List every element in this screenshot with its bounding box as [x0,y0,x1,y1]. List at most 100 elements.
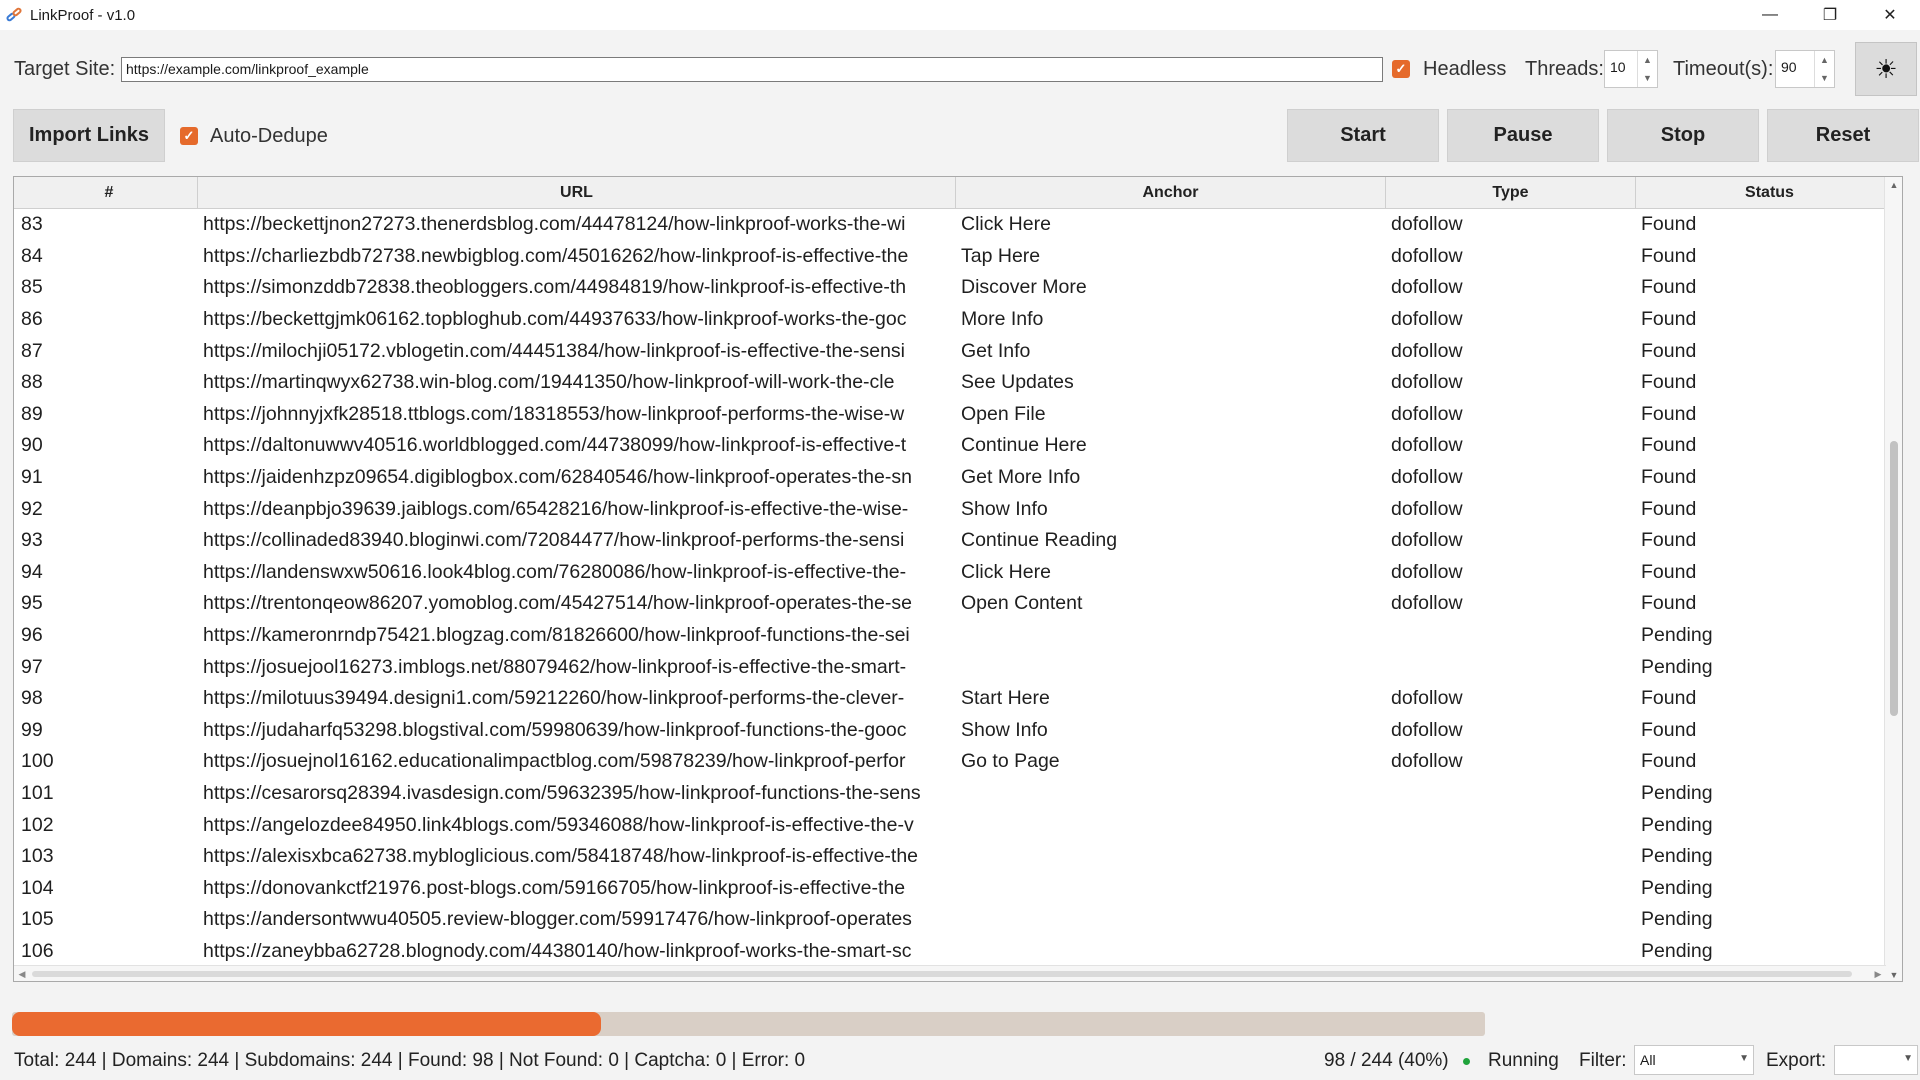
spin-down-icon[interactable]: ▼ [1638,69,1657,87]
stop-button[interactable]: Stop [1607,109,1759,162]
column-header-status[interactable]: Status [1636,177,1902,209]
chevron-down-icon: ▼ [1903,1053,1913,1064]
table-row[interactable]: 99 https://judaharfq53298.blogstival.com/… [14,715,1902,747]
spin-up-icon[interactable]: ▲ [1638,51,1657,69]
row-anchor: Click Here [961,560,1051,583]
table-row[interactable]: 105 https://andersontwwu40505.review-blog… [14,904,1902,936]
table-row[interactable]: 94 https://landenswxw50616.look4blog.com/… [14,557,1902,589]
headless-checkbox[interactable]: ✓ [1392,60,1410,78]
row-status: Pending [1641,845,1713,868]
row-type: dofollow [1391,497,1463,520]
scroll-down-icon[interactable]: ▼ [1885,967,1902,981]
row-number: 95 [21,592,43,615]
column-header-anchor[interactable]: Anchor [956,177,1386,209]
row-anchor: Open File [961,402,1046,425]
table-row[interactable]: 93 https://collinaded83940.bloginwi.com/7… [14,525,1902,557]
running-indicator-icon [1463,1058,1470,1065]
table-row[interactable]: 86 https://beckettgjmk06162.topbloghub.co… [14,304,1902,336]
row-status: Found [1641,434,1697,457]
minimize-button[interactable]: — [1740,0,1800,30]
row-type: dofollow [1391,339,1463,362]
scroll-right-icon[interactable]: ▶ [1870,966,1886,981]
table-row[interactable]: 100 https://josuejnol16162.educationalimp… [14,746,1902,778]
table-row[interactable]: 88 https://martinqwyx62738.win-blog.com/1… [14,367,1902,399]
table-body: 83 https://beckettjnon27273.thenerdsblog.… [14,209,1902,969]
table-row[interactable]: 85 https://simonzddb72838.theobloggers.co… [14,272,1902,304]
table-row[interactable]: 89 https://johnnyjxfk28518.ttblogs.com/18… [14,399,1902,431]
table-row[interactable]: 98 https://milotuus39494.designi1.com/592… [14,683,1902,715]
table-row[interactable]: 97 https://josuejool16273.imblogs.net/880… [14,651,1902,683]
vertical-scroll-thumb[interactable] [1890,441,1898,716]
row-anchor: Get More Info [961,466,1081,489]
row-url: https://andersontwwu40505.review-blogger… [203,908,912,931]
table-row[interactable]: 90 https://daltonuwwv40516.worldblogged.c… [14,430,1902,462]
timeout-spinbox[interactable]: 90 ▲ ▼ [1775,50,1835,88]
row-url: https://milochji05172.vblogetin.com/4445… [203,339,906,362]
row-number: 85 [21,276,43,299]
row-url: https://josuejnol16162.educationalimpact… [203,750,906,773]
progress-fill [12,1012,602,1036]
links-table[interactable]: # URL Anchor Type Status 83 https://becke… [13,176,1903,982]
window-controls: — ❐ ✕ [1740,0,1920,30]
table-row[interactable]: 102 https://angelozdee84950.link4blogs.co… [14,809,1902,841]
row-type: dofollow [1391,371,1463,394]
import-links-button[interactable]: Import Links [13,109,165,162]
reset-button[interactable]: Reset [1767,109,1919,162]
row-url: https://judaharfq53298.blogstival.com/59… [203,718,907,741]
row-url: https://simonzddb72838.theobloggers.com/… [203,276,907,299]
vertical-scrollbar[interactable]: ▲ ▼ [1884,177,1902,981]
threads-spinbox[interactable]: 10 ▲ ▼ [1604,50,1658,88]
table-row[interactable]: 91 https://jaidenhzpz09654.digiblogbox.co… [14,462,1902,494]
theme-toggle-button[interactable]: ☀ [1855,42,1917,96]
table-row[interactable]: 92 https://deanpbjo39639.jaiblogs.com/654… [14,493,1902,525]
table-row[interactable]: 84 https://charliezbdb72738.newbigblog.co… [14,241,1902,273]
row-status: Found [1641,276,1697,299]
table-row[interactable]: 96 https://kameronrndp75421.blogzag.com/8… [14,620,1902,652]
row-status: Pending [1641,876,1713,899]
filter-select[interactable]: All ▼ [1634,1045,1754,1075]
pause-button[interactable]: Pause [1447,109,1599,162]
threads-value[interactable]: 10 [1605,51,1637,87]
table-row[interactable]: 101 https://cesarorsq28394.ivasdesign.com… [14,778,1902,810]
table-row[interactable]: 106 https://zaneybba62728.blognody.com/44… [14,936,1902,968]
row-number: 91 [21,466,43,489]
row-status: Found [1641,687,1697,710]
table-row[interactable]: 87 https://milochji05172.vblogetin.com/44… [14,335,1902,367]
row-anchor: Get Info [961,339,1031,362]
scroll-up-icon[interactable]: ▲ [1885,177,1902,193]
row-status: Found [1641,497,1697,520]
horizontal-scrollbar[interactable]: ◀ ▶ [14,965,1886,981]
row-type: dofollow [1391,402,1463,425]
maximize-button[interactable]: ❐ [1800,0,1860,30]
column-header-number[interactable]: # [14,177,198,209]
table-row[interactable]: 95 https://trentonqeow86207.yomoblog.com/… [14,588,1902,620]
export-select[interactable]: ▼ [1834,1045,1918,1075]
table-row[interactable]: 104 https://donovankctf21976.post-blogs.c… [14,872,1902,904]
row-number: 106 [21,939,54,962]
column-header-type[interactable]: Type [1386,177,1636,209]
row-url: https://milotuus39494.designi1.com/59212… [203,687,905,710]
close-button[interactable]: ✕ [1860,0,1920,30]
spin-down-icon[interactable]: ▼ [1815,69,1834,87]
progress-bar [12,1012,1485,1036]
row-status: Found [1641,371,1697,394]
row-url: https://donovankctf21976.post-blogs.com/… [203,876,906,899]
table-row[interactable]: 103 https://alexisxbca62738.mybloglicious… [14,841,1902,873]
horizontal-scroll-thumb[interactable] [32,971,1852,977]
column-header-url[interactable]: URL [198,177,956,209]
row-type: dofollow [1391,276,1463,299]
row-status: Pending [1641,624,1713,647]
row-status: Found [1641,339,1697,362]
spin-up-icon[interactable]: ▲ [1815,51,1834,69]
target-site-input[interactable]: https://example.com/linkproof_example [121,57,1383,82]
table-row[interactable]: 83 https://beckettjnon27273.thenerdsblog.… [14,209,1902,241]
row-url: https://deanpbjo39639.jaiblogs.com/65428… [203,497,909,520]
row-anchor: Discover More [961,276,1087,299]
timeout-value[interactable]: 90 [1776,51,1814,87]
scroll-left-icon[interactable]: ◀ [14,966,30,981]
start-button[interactable]: Start [1287,109,1439,162]
auto-dedupe-checkbox[interactable]: ✓ [180,127,198,145]
row-anchor: Go to Page [961,750,1060,773]
row-url: https://daltonuwwv40516.worldblogged.com… [203,434,907,457]
row-anchor: More Info [961,308,1044,331]
